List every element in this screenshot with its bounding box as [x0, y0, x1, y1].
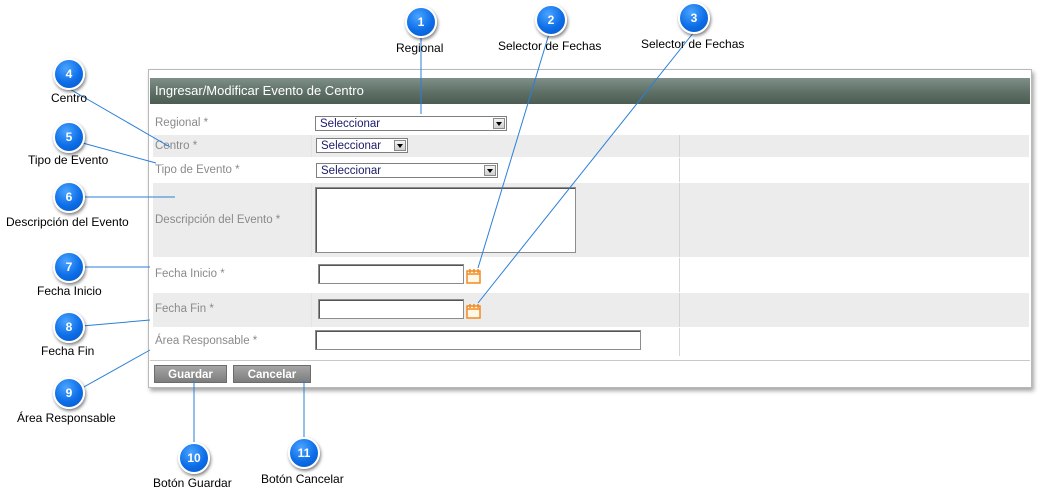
- callout-badge-2: 2: [535, 4, 567, 36]
- callout-badge-7: 7: [53, 251, 85, 283]
- cancel-button[interactable]: Cancelar: [233, 365, 311, 383]
- callout-badge-10: 10: [178, 442, 210, 474]
- callout-badge-9: 9: [53, 377, 85, 409]
- calendar-icon[interactable]: [466, 268, 482, 285]
- fecha-fin-row: Fecha Fin *: [153, 293, 1029, 327]
- chevron-down-icon[interactable]: [394, 140, 406, 151]
- leader-line-8: [81, 319, 151, 327]
- regional-select[interactable]: Seleccionar: [315, 116, 507, 131]
- callout-caption-9: Área Responsable: [17, 411, 116, 425]
- callout-badge-6: 6: [53, 181, 85, 213]
- callout-badge-5: 5: [53, 121, 85, 153]
- callout-badge-8: 8: [53, 311, 85, 343]
- save-button[interactable]: Guardar: [154, 365, 227, 383]
- tipo-evento-label: Tipo de Evento *: [155, 164, 240, 176]
- regional-row: Regional * Seleccionar: [153, 112, 1029, 134]
- chevron-down-icon[interactable]: [493, 118, 505, 129]
- callout-caption-4: Centro: [51, 91, 88, 105]
- form-title: Ingresar/Modificar Evento de Centro: [150, 78, 1030, 104]
- centro-select[interactable]: Seleccionar: [316, 138, 408, 153]
- event-form-panel: Ingresar/Modificar Evento de Centro Regi…: [148, 69, 1032, 388]
- callout-caption-5: Tipo de Evento: [28, 153, 109, 167]
- callout-badge-4: 4: [53, 58, 85, 90]
- area-responsable-label: Área Responsable *: [155, 335, 258, 347]
- button-bar-divider: [150, 360, 1030, 361]
- area-responsable-input[interactable]: [315, 330, 641, 350]
- regional-label: Regional *: [155, 117, 209, 129]
- centro-label: Centro *: [155, 140, 198, 152]
- centro-select-value: Seleccionar: [321, 140, 382, 152]
- descripcion-row: Descripción del Evento *: [153, 183, 1029, 257]
- callout-caption-8: Fecha Fin: [41, 344, 95, 358]
- descripcion-textarea[interactable]: [315, 187, 576, 253]
- regional-select-value: Seleccionar: [320, 118, 381, 130]
- callout-badge-1: 1: [405, 6, 437, 38]
- chevron-down-icon[interactable]: [484, 165, 496, 176]
- area-responsable-row: Área Responsable *: [153, 328, 1029, 356]
- descripcion-label: Descripción del Evento *: [155, 214, 281, 226]
- callout-caption-7: Fecha Inicio: [37, 284, 102, 298]
- fecha-fin-input[interactable]: [318, 299, 464, 319]
- tipo-evento-select[interactable]: Seleccionar: [316, 163, 498, 178]
- calendar-icon[interactable]: [466, 303, 482, 320]
- callout-caption-6: Descripción del Evento: [6, 215, 129, 229]
- callout-caption-10: Botón Guardar: [153, 476, 232, 490]
- tipo-evento-select-value: Seleccionar: [321, 165, 382, 177]
- fecha-inicio-label: Fecha Inicio *: [155, 268, 225, 280]
- callout-badge-3: 3: [678, 2, 710, 34]
- fecha-inicio-input[interactable]: [318, 264, 464, 284]
- centro-row: Centro * Seleccionar: [153, 135, 1029, 157]
- callout-caption-1: Regional: [396, 41, 444, 55]
- fecha-fin-label: Fecha Fin *: [155, 303, 214, 315]
- callout-caption-2: Selector de Fechas: [498, 39, 602, 53]
- fecha-inicio-row: Fecha Inicio *: [153, 258, 1029, 292]
- tipo-evento-row: Tipo de Evento * Seleccionar: [153, 158, 1029, 182]
- callout-caption-11: Botón Cancelar: [261, 472, 344, 486]
- callout-caption-3: Selector de Fechas: [641, 37, 745, 51]
- callout-badge-11: 11: [288, 437, 320, 469]
